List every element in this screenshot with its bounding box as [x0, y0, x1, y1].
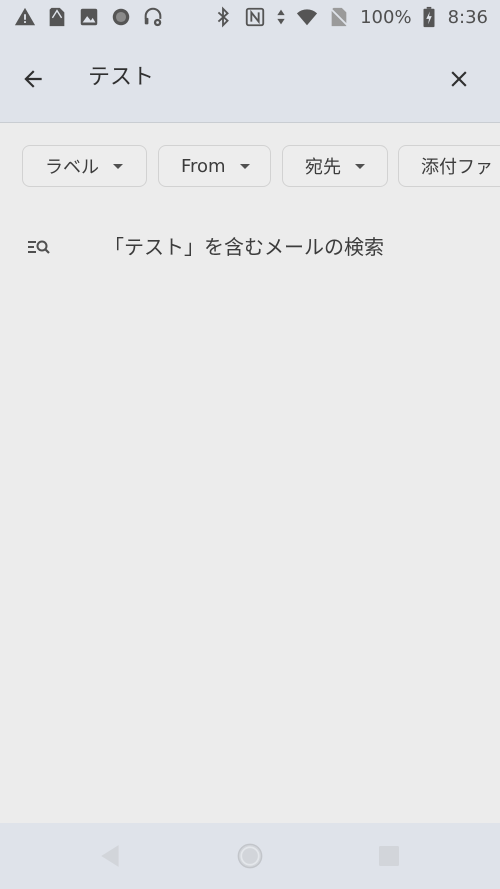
search-input[interactable]: テスト [88, 60, 154, 96]
filter-chip-row: ラベル From 宛先 添付ファ [0, 145, 500, 191]
headset-settings-icon [142, 6, 164, 28]
bluetooth-icon [212, 6, 234, 28]
dropdown-caret-icon [355, 163, 365, 169]
navigation-bar [0, 823, 500, 889]
battery-charging-icon [422, 6, 436, 28]
dropdown-caret-icon [239, 163, 250, 169]
nav-home-button[interactable] [235, 841, 265, 871]
data-arrows-icon [276, 6, 286, 28]
close-icon [451, 71, 467, 87]
warning-icon [14, 6, 36, 28]
dropdown-caret-icon [113, 163, 123, 169]
battery-percent: 100% [360, 6, 412, 28]
no-sim-icon [328, 6, 350, 28]
back-button[interactable] [12, 58, 54, 100]
nav-recents-button[interactable] [374, 841, 404, 871]
filter-chip-attachment[interactable]: 添付ファ [398, 145, 500, 187]
triangle-back-icon [101, 845, 119, 867]
filter-chip-labels[interactable]: ラベル [22, 145, 147, 187]
clock: 8:36 [447, 6, 488, 28]
circle-home-icon [237, 843, 263, 869]
nfc-icon [244, 6, 266, 28]
nav-back-button[interactable] [96, 841, 126, 871]
search-header: テスト [0, 34, 500, 123]
image-icon [78, 6, 100, 28]
suggestion-text: 「テスト」を含むメールの検索 [104, 235, 384, 259]
search-suggestion[interactable]: 「テスト」を含むメールの検索 [0, 222, 500, 272]
chip-label: From [181, 155, 226, 177]
status-left-icons [14, 6, 164, 28]
square-recents-icon [379, 846, 399, 866]
status-bar: 100% 8:36 [0, 0, 500, 34]
sim-card-icon [46, 6, 68, 28]
search-list-icon [28, 240, 50, 254]
status-right-icons: 100% 8:36 [212, 6, 488, 28]
chip-label: 宛先 [305, 157, 341, 178]
filter-chip-from[interactable]: From [158, 145, 271, 187]
circle-icon [110, 6, 132, 28]
chip-label: ラベル [45, 157, 99, 178]
filter-chip-to[interactable]: 宛先 [282, 145, 388, 187]
chip-label: 添付ファ [421, 157, 493, 178]
clear-search-button[interactable] [438, 58, 480, 100]
arrow-back-icon [24, 70, 42, 88]
wifi-icon [296, 6, 318, 28]
